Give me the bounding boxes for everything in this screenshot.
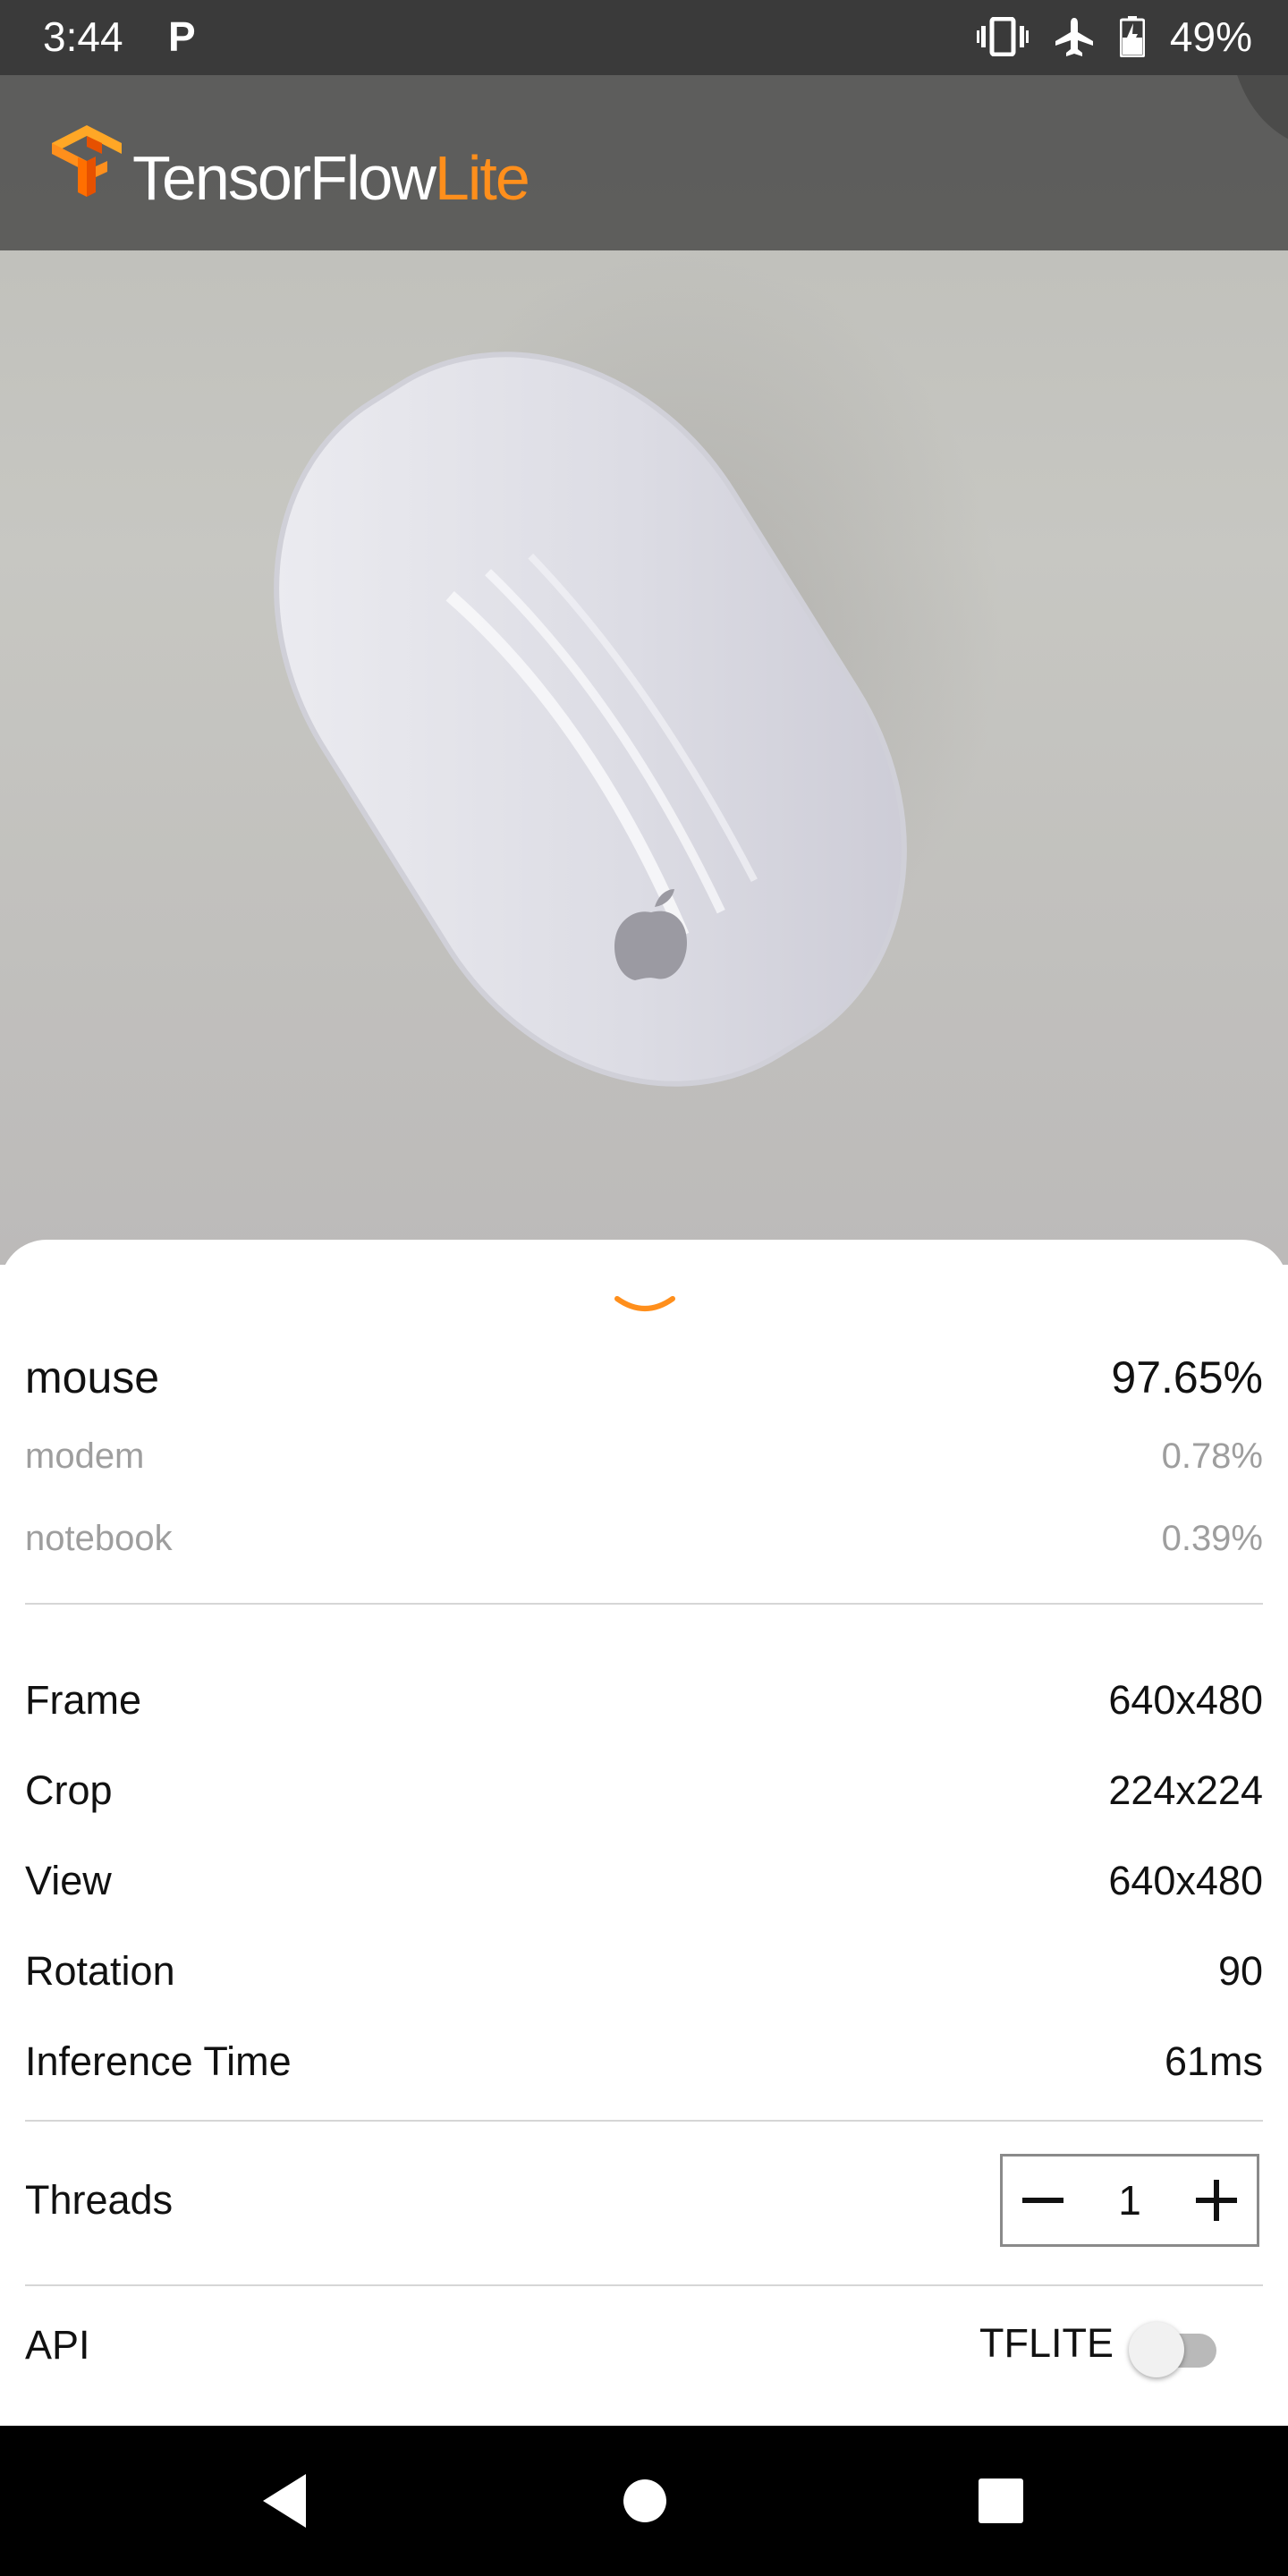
result-row: notebook 0.39% [25, 1510, 1263, 1567]
info-value: 224x224 [1108, 1767, 1263, 1813]
info-value: 90 [1217, 1948, 1263, 1994]
divider [25, 2120, 1263, 2122]
battery-percentage: 49% [1169, 13, 1252, 60]
status-icons: 49% [976, 13, 1252, 61]
result-value: 97.65% [1111, 1352, 1263, 1402]
threads-value: 1 [1118, 2177, 1141, 2224]
back-icon[interactable] [259, 2472, 309, 2529]
app-title-accent: Lite [434, 143, 530, 213]
app-title: TensorFlowLite [132, 147, 530, 209]
navigation-bar [0, 2426, 1288, 2576]
info-row-crop: Crop 224x224 [25, 1759, 1263, 1822]
airplane-mode-icon [1055, 18, 1093, 56]
threads-label: Threads [25, 2177, 174, 2223]
info-row-view: View 640x480 [25, 1850, 1263, 1912]
result-label: notebook [25, 1518, 173, 1558]
camera-scene [274, 75, 1288, 1087]
api-value: TFLITE [979, 2320, 1114, 2366]
result-label: mouse [25, 1352, 160, 1402]
threads-stepper[interactable]: 1 [1000, 2154, 1259, 2247]
recents-icon[interactable] [977, 2477, 1025, 2525]
parking-notification-icon: P [168, 13, 196, 60]
info-label: Frame [25, 1677, 142, 1723]
info-label: Rotation [25, 1948, 175, 1994]
toggle-thumb [1129, 2322, 1184, 2377]
result-row-top: mouse 97.65% [25, 1345, 1263, 1410]
plus-icon [1196, 2180, 1237, 2221]
result-row: modem 0.78% [25, 1428, 1263, 1485]
result-value: 0.78% [1161, 1436, 1263, 1476]
home-icon[interactable] [623, 2479, 667, 2523]
threads-row: Threads [25, 2168, 562, 2233]
api-row: API [25, 2313, 562, 2377]
info-value: 640x480 [1108, 1858, 1263, 1903]
battery-icon [1119, 16, 1145, 57]
api-label: API [25, 2322, 90, 2368]
info-row-inference-time: Inference Time 61ms [25, 2030, 1263, 2093]
status-time: 3:44 [43, 13, 123, 60]
info-row-rotation: Rotation 90 [25, 1940, 1263, 2003]
app-title-main: TensorFlow [132, 143, 436, 213]
api-toggle[interactable] [1129, 2313, 1233, 2385]
app-bar: TensorFlowLite [0, 75, 1288, 250]
info-value: 640x480 [1108, 1677, 1263, 1723]
minus-icon [1022, 2198, 1063, 2203]
bottom-sheet: mouse 97.65% modem 0.78% notebook 0.39% … [0, 1240, 1288, 2426]
threads-increment-button[interactable] [1176, 2157, 1257, 2244]
vibrate-icon [976, 17, 1029, 56]
chevron-down-icon[interactable] [614, 1293, 676, 1320]
info-label: View [25, 1858, 112, 1903]
status-bar: 3:44 P 49% [0, 0, 1288, 75]
threads-decrement-button[interactable] [1003, 2157, 1083, 2244]
divider [25, 2284, 1263, 2286]
info-value: 61ms [1164, 2038, 1263, 2084]
info-row-frame: Frame 640x480 [25, 1669, 1263, 1732]
camera-preview [0, 75, 1288, 1265]
divider [25, 1603, 1263, 1605]
tensorflow-logo-icon [52, 125, 122, 197]
result-value: 0.39% [1161, 1518, 1263, 1558]
info-label: Inference Time [25, 2038, 292, 2084]
result-label: modem [25, 1436, 145, 1476]
info-label: Crop [25, 1767, 113, 1813]
